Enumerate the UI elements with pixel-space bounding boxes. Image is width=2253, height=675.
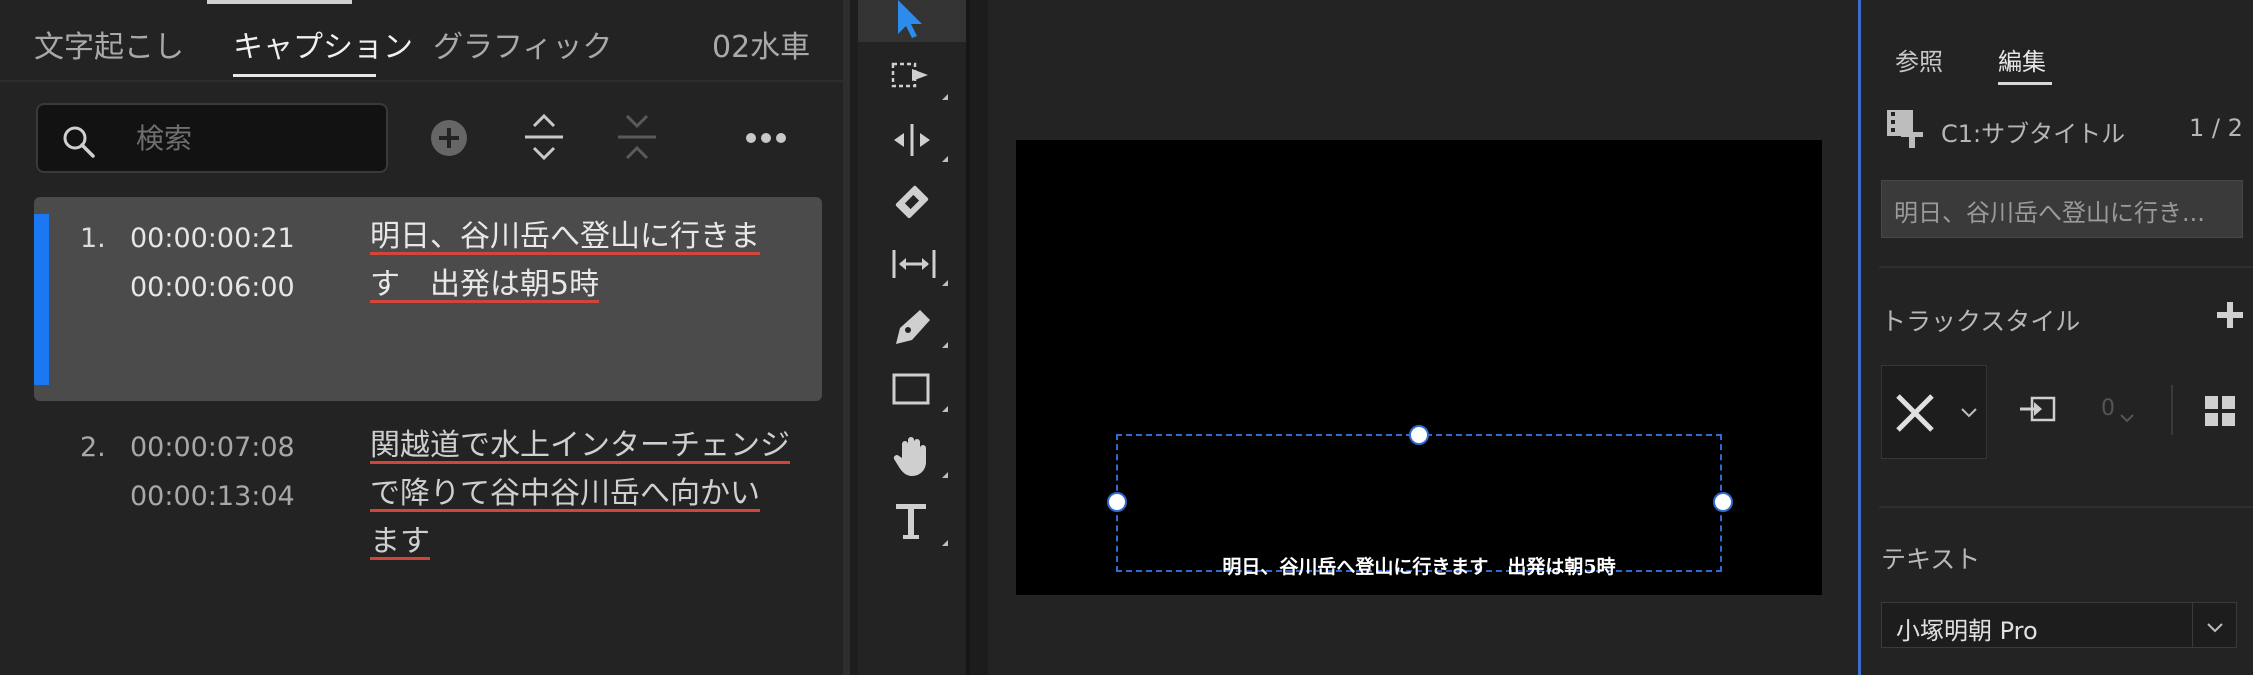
panel-divider[interactable] (843, 0, 850, 675)
split-icon[interactable] (521, 112, 567, 166)
selection-accent (34, 214, 49, 385)
razor-tool[interactable] (858, 172, 966, 232)
active-tab-underline (1998, 82, 2052, 85)
caption-track-icon (1885, 108, 1927, 154)
search-box[interactable] (36, 103, 388, 173)
resize-handle-left[interactable] (1107, 492, 1127, 512)
caption-line: で降りて谷中谷川岳へ向かい (370, 476, 760, 511)
resize-handle-right[interactable] (1713, 492, 1733, 512)
caption-text-field[interactable]: 明日、谷川岳へ登山に行き... (1881, 180, 2243, 238)
merge-icon[interactable] (614, 112, 660, 166)
caption-in-time[interactable]: 00:00:00:21 (130, 223, 295, 254)
tab-browse[interactable]: 参照 (1895, 42, 1943, 77)
tab-captions[interactable]: キャプション (233, 22, 413, 66)
font-family-select[interactable]: 小塚明朝 Pro (1881, 602, 2237, 648)
resize-handle-top[interactable] (1409, 425, 1429, 445)
hand-tool[interactable] (858, 424, 966, 484)
caption-row[interactable]: 1. 00:00:00:21 00:00:06:00 明日、谷川岳へ登山に行きま… (34, 197, 822, 401)
caption-line: ます (370, 524, 430, 559)
rectangle-tool[interactable] (858, 360, 966, 420)
active-tab-underline (233, 74, 376, 77)
selection-tool[interactable] (858, 0, 966, 42)
caption-track-count: 1 / 2 (2189, 114, 2243, 142)
sequence-name[interactable]: 02水車 (712, 22, 810, 66)
tool-corner (942, 406, 948, 412)
divider (1879, 266, 2253, 268)
track-select-tool[interactable] (858, 48, 966, 108)
no-style-icon (1894, 392, 1936, 438)
video-frame[interactable]: 明日、谷川岳へ登山に行きます 出発は朝5時 (1016, 140, 1822, 595)
divider (1879, 506, 2253, 508)
tool-corner (942, 540, 948, 546)
caption-out-time[interactable]: 00:00:13:04 (130, 481, 295, 512)
tab-transcript[interactable]: 文字起こし (34, 22, 184, 66)
caption-out-time[interactable]: 00:00:06:00 (130, 272, 295, 303)
tab-graphics[interactable]: グラフィック (433, 22, 612, 66)
monitor-edge (970, 0, 988, 675)
push-style-icon[interactable] (2018, 390, 2058, 434)
tool-corner (942, 156, 948, 162)
caption-number: 1. (80, 223, 106, 254)
caption-text[interactable]: 明日、谷川岳へ登山に行きま す 出発は朝5時 (370, 213, 790, 309)
tool-corner (942, 94, 948, 100)
caption-number: 2. (80, 432, 106, 463)
divider (2192, 603, 2193, 647)
tab-edit[interactable]: 編集 (1998, 42, 2046, 77)
text-section-label: テキスト (1881, 545, 1981, 574)
font-family-value: 小塚明朝 Pro (1896, 617, 2038, 645)
caption-line: 関越道で水上インターチェンジ (370, 428, 790, 463)
add-style-icon[interactable] (2217, 302, 2243, 332)
tool-corner (942, 280, 948, 286)
search-icon (60, 123, 96, 163)
style-count: 0 (2101, 396, 2115, 421)
panel-indicator (207, 0, 352, 4)
ripple-edit-tool[interactable] (858, 110, 966, 170)
caption-track-name: C1:サブタイトル (1941, 120, 2126, 148)
captions-panel: 文字起こし キャプション グラフィック 02水車 1. 00:00:00:21 … (0, 0, 850, 675)
chevron-down-icon (2206, 619, 2224, 638)
divider (2171, 385, 2173, 435)
search-input[interactable] (134, 117, 378, 159)
caption-line: す 出発は朝5時 (370, 267, 600, 302)
type-tool[interactable] (858, 490, 966, 550)
grid-icon[interactable] (2205, 396, 2235, 430)
caption-in-time[interactable]: 00:00:07:08 (130, 432, 295, 463)
track-style-label: トラックスタイル (1881, 307, 2081, 336)
add-icon[interactable] (430, 119, 468, 161)
more-icon[interactable] (745, 130, 787, 150)
chevron-down-icon (2119, 408, 2135, 427)
properties-panel: 参照 編集 C1:サブタイトル 1 / 2 明日、谷川岳へ登山に行き... トラ… (1861, 0, 2253, 675)
pen-tool[interactable] (858, 296, 966, 356)
captions-tabbar: 文字起こし キャプション グラフィック 02水車 (0, 0, 843, 82)
caption-text[interactable]: 関越道で水上インターチェンジ で降りて谷中谷川岳へ向かい ます (370, 422, 790, 566)
chevron-down-icon (1960, 404, 1978, 423)
track-style-dropdown[interactable] (1881, 365, 1987, 459)
slip-tool[interactable] (858, 234, 966, 294)
tool-corner (942, 342, 948, 348)
caption-line: 明日、谷川岳へ登山に行きま (370, 219, 760, 254)
tools-panel (858, 0, 966, 675)
video-subtitle-text: 明日、谷川岳へ登山に行きます 出発は朝5時 (1222, 556, 1616, 578)
tool-corner (942, 472, 948, 478)
caption-row[interactable]: 2. 00:00:07:08 00:00:13:04 関越道で水上インターチェン… (34, 420, 822, 580)
